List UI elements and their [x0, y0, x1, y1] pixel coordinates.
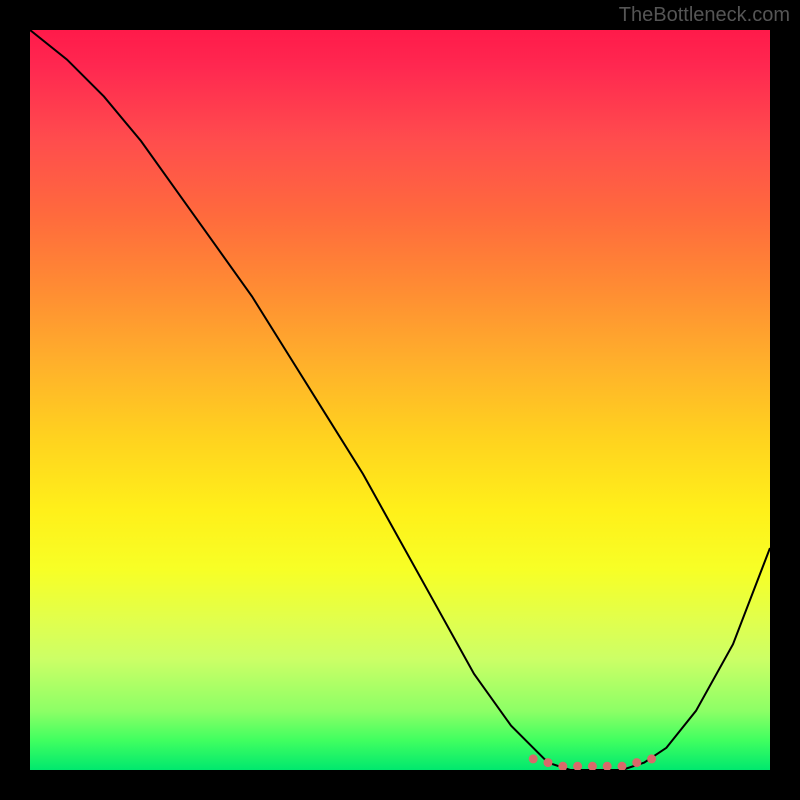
optimal-marker-dot: [529, 754, 538, 763]
chart-svg: [30, 30, 770, 770]
chart-plot-area: [30, 30, 770, 770]
optimal-marker-dot: [603, 762, 612, 770]
optimal-marker-dot: [618, 762, 627, 770]
optimal-marker-dot: [632, 758, 641, 767]
optimal-marker-dot: [558, 762, 567, 770]
optimal-zone-markers: [529, 754, 656, 770]
bottleneck-curve-line: [30, 30, 770, 770]
optimal-marker-dot: [588, 762, 597, 770]
optimal-marker-dot: [647, 754, 656, 763]
optimal-marker-dot: [573, 762, 582, 770]
watermark-text: TheBottleneck.com: [619, 4, 790, 27]
optimal-marker-dot: [544, 758, 553, 767]
